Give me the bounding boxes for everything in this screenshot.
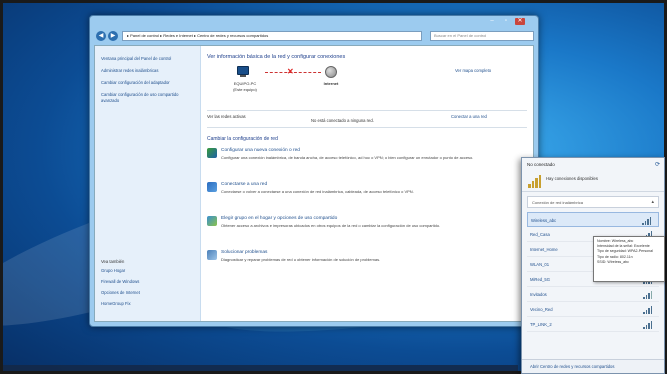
network-name: Red_Casa bbox=[530, 232, 550, 237]
title-bar: – ▫ ✕ bbox=[90, 16, 538, 28]
task-troubleshoot: Solucionar problemas Diagnosticar y repa… bbox=[207, 250, 527, 276]
task-troubleshoot-desc: Diagnosticar y reparar problemas de red … bbox=[221, 257, 381, 262]
signal-bars-icon bbox=[528, 174, 542, 188]
search-input[interactable]: Buscar en el Panel de control bbox=[430, 31, 534, 41]
sidebar-link-adapter-settings[interactable]: Cambiar configuración del adaptador bbox=[101, 80, 194, 86]
signal-strength-icon bbox=[643, 291, 653, 299]
main-panel: Ver información básica de la red y confi… bbox=[207, 54, 527, 284]
minimize-button[interactable]: – bbox=[487, 18, 497, 25]
divider bbox=[207, 110, 527, 111]
see-also-links: Grupo Hogar Firewall de Windows Opciones… bbox=[101, 268, 195, 312]
network-name: WLAN_01 bbox=[530, 262, 550, 267]
task-new-connection: Configurar una nueva conexión o red Conf… bbox=[207, 148, 527, 174]
wireless-section-label: Conexión de red inalámbrica bbox=[532, 200, 583, 205]
not-connected-text: No está conectado a ninguna red. bbox=[311, 118, 374, 123]
network-name: Wireless_abc bbox=[531, 218, 557, 223]
homegroup-icon bbox=[207, 216, 217, 226]
signal-strength-icon bbox=[642, 217, 652, 225]
change-settings-heading: Cambiar la configuración de red bbox=[207, 136, 278, 142]
computer-icon bbox=[237, 66, 251, 78]
network-name: Vecino_Red bbox=[530, 307, 553, 312]
popup-header: No conectado ⟳ bbox=[522, 158, 664, 172]
internet-globe-icon bbox=[325, 66, 337, 78]
address-bar-row: ◀ ▶ ▸ Panel de control ▸ Redes e Interne… bbox=[94, 30, 534, 43]
task-connect-network: Conectarse a una red Conectarse o volver… bbox=[207, 182, 527, 208]
task-homegroup: Elegir grupo en el hogar y opciones de u… bbox=[207, 216, 527, 242]
task-new-connection-link[interactable]: Configurar una nueva conexión o red bbox=[221, 148, 527, 153]
network-name: Internet_Home bbox=[530, 247, 558, 252]
available-connections-note: Hay conexiones disponibles bbox=[522, 172, 664, 192]
task-connect-network-desc: Conectarse o volver a conectarse a una c… bbox=[221, 189, 414, 194]
signal-strength-icon bbox=[643, 321, 653, 329]
active-networks-label: Ver las redes activas bbox=[207, 114, 246, 119]
task-homegroup-desc: Obtener acceso a archivos e impresoras u… bbox=[221, 223, 441, 228]
taskbar bbox=[3, 365, 518, 371]
signal-strength-icon bbox=[643, 306, 653, 314]
maximize-button[interactable]: ▫ bbox=[501, 18, 511, 25]
sidebar-link-manage-wireless[interactable]: Administrar redes inalámbricas bbox=[101, 68, 194, 74]
divider bbox=[207, 127, 527, 128]
task-homegroup-link[interactable]: Elegir grupo en el hogar y opciones de u… bbox=[221, 216, 527, 221]
sidebar-link-control-panel[interactable]: Ventana principal del Panel de control bbox=[101, 56, 194, 62]
connect-network-icon bbox=[207, 182, 217, 192]
new-connection-icon bbox=[207, 148, 217, 158]
chevron-down-icon: ▴ bbox=[651, 199, 654, 205]
troubleshoot-icon bbox=[207, 250, 217, 260]
sidebar: Ventana principal del Panel de control A… bbox=[95, 46, 201, 321]
see-also-heading: Vea también bbox=[101, 259, 125, 264]
network-item[interactable]: Vecino_Red bbox=[527, 302, 659, 317]
connection-status: No conectado bbox=[527, 162, 555, 167]
see-also-homegroup-fix[interactable]: HomeGroup Fix bbox=[101, 301, 195, 307]
network-item[interactable]: Invitados bbox=[527, 287, 659, 302]
network-center-window: – ▫ ✕ ◀ ▶ ▸ Panel de control ▸ Redes e I… bbox=[89, 15, 539, 327]
tooltip-line: Tipo de seguridad: WPA2-Personal bbox=[597, 249, 653, 254]
see-also-firewall[interactable]: Firewall de Windows bbox=[101, 279, 195, 285]
window-content: Ventana principal del Panel de control A… bbox=[94, 45, 534, 322]
back-button[interactable]: ◀ bbox=[96, 31, 106, 41]
view-full-map-link[interactable]: Ver mapa completo bbox=[455, 68, 491, 73]
network-item[interactable]: TP_LINK_2 bbox=[527, 317, 659, 332]
task-troubleshoot-link[interactable]: Solucionar problemas bbox=[221, 250, 527, 255]
task-connect-network-link[interactable]: Conectarse a una red bbox=[221, 182, 527, 187]
internet-label: Internet bbox=[323, 81, 339, 86]
open-network-center-link[interactable]: Abrir Centro de redes y recursos compart… bbox=[522, 359, 664, 373]
computer-sublabel: (Este equipo) bbox=[233, 87, 257, 92]
connect-to-network-link[interactable]: Conectar a una red bbox=[451, 114, 487, 119]
page-title: Ver información básica de la red y confi… bbox=[207, 54, 346, 60]
tooltip-line: SSID: Wireless_abc bbox=[597, 259, 629, 264]
network-name: TP_LINK_2 bbox=[530, 322, 552, 327]
close-button[interactable]: ✕ bbox=[515, 18, 525, 25]
see-also-homegroup[interactable]: Grupo Hogar bbox=[101, 268, 195, 274]
computer-label: EQUIPO-PC bbox=[233, 81, 257, 86]
active-networks-row: Ver las redes activas No está conectado … bbox=[207, 113, 527, 125]
network-tooltip: Nombre: Wireless_abc Intensidad de la se… bbox=[593, 236, 665, 282]
refresh-icon[interactable]: ⟳ bbox=[655, 161, 660, 168]
task-new-connection-desc: Configurar una conexión inalámbrica, de … bbox=[221, 155, 474, 160]
network-name: MiRed_5G bbox=[530, 277, 551, 282]
sidebar-link-sharing-settings[interactable]: Cambiar configuración de uso compartido … bbox=[101, 92, 194, 104]
see-also-internet-options[interactable]: Opciones de Internet bbox=[101, 290, 195, 296]
wireless-section-header[interactable]: Conexión de red inalámbrica ▴ bbox=[527, 196, 659, 208]
address-bar[interactable]: ▸ Panel de control ▸ Redes e Internet ▸ … bbox=[122, 31, 422, 41]
network-name: Invitados bbox=[530, 292, 547, 297]
disconnected-x-icon: ✕ bbox=[287, 67, 294, 76]
forward-button[interactable]: ▶ bbox=[108, 31, 118, 41]
network-map: EQUIPO-PC (Este equipo) ✕ Internet Ver m… bbox=[207, 66, 527, 108]
network-item[interactable]: Wireless_abc bbox=[527, 212, 659, 227]
available-connections-text: Hay conexiones disponibles bbox=[546, 176, 598, 181]
